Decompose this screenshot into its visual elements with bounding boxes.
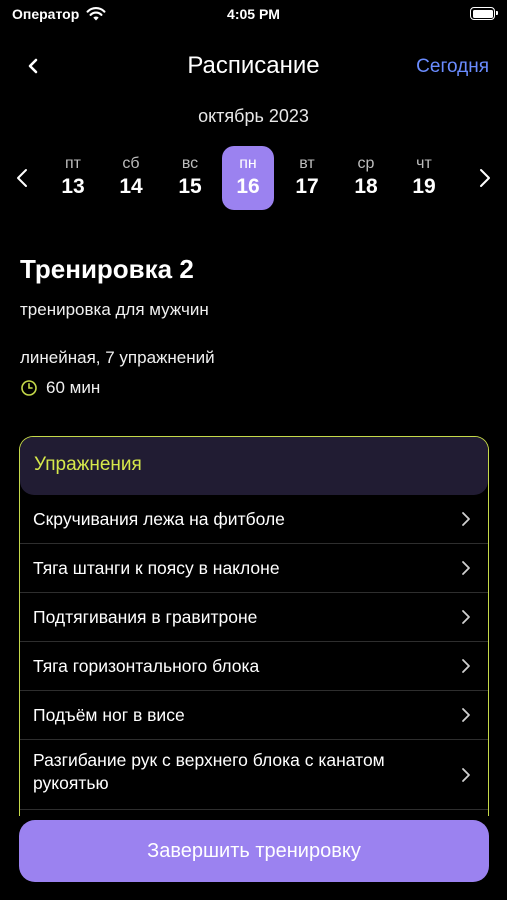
workout-title: Тренировка 2 — [20, 254, 194, 284]
exercise-row[interactable]: Разгибание рук с верхнего блока с канато… — [20, 740, 488, 810]
day-of-week: вт — [299, 155, 315, 172]
day-of-week: пн — [239, 155, 257, 172]
day-wed-18[interactable]: ср 18 — [340, 146, 392, 210]
chevron-right-icon — [462, 610, 470, 624]
exercise-name: Подъём ног в висе — [33, 705, 185, 725]
today-button[interactable]: Сегодня — [416, 56, 489, 78]
week-strip: пт 13 сб 14 вс 15 пн 16 вт 17 ср 18 чт 1… — [0, 146, 507, 210]
nav-bar: Расписание Сегодня — [0, 44, 507, 88]
exercises-header: Упражнения — [20, 437, 488, 495]
exercise-name: Скручивания лежа на фитболе — [33, 509, 285, 529]
day-number: 15 — [178, 175, 202, 198]
exercise-name: Тяга горизонтального блока — [33, 656, 260, 676]
day-of-week: вс — [181, 155, 199, 172]
day-sun-15[interactable]: вс 15 — [164, 146, 216, 210]
exercise-name: Разгибание рук с верхнего блока с канато… — [33, 750, 385, 793]
day-number: 18 — [354, 175, 378, 198]
status-bar: Оператор 4:05 PM — [0, 0, 507, 30]
exercise-row[interactable]: Скручивания лежа на фитболе — [20, 495, 488, 544]
workout-subtitle: тренировка для мужчин — [20, 300, 209, 319]
exercise-row[interactable]: Подъём ног в висе — [20, 691, 488, 740]
day-of-week: сб — [122, 155, 140, 172]
exercise-name: Подтягивания в гравитроне — [33, 607, 258, 627]
day-mon-16-selected[interactable]: пн 16 — [222, 146, 274, 210]
workout-meta: линейная, 7 упражнений — [20, 348, 215, 367]
chevron-right-icon — [462, 767, 470, 782]
exercises-heading: Упражнения — [34, 454, 142, 475]
month-label: октябрь 2023 — [198, 106, 309, 126]
chevron-right-icon — [462, 708, 470, 722]
day-number: 17 — [295, 175, 319, 198]
status-time: 4:05 PM — [227, 6, 280, 22]
exercise-name: Тяга штанги к поясу в наклоне — [33, 558, 280, 578]
chevron-right-icon — [462, 659, 470, 673]
day-number: 14 — [119, 175, 143, 198]
day-number: 16 — [236, 175, 260, 198]
exercises-card: Упражнения Скручивания лежа на фитболе Т… — [19, 436, 489, 816]
finish-workout-button[interactable]: Завершить тренировку — [19, 820, 489, 882]
battery-icon — [470, 7, 498, 20]
day-number: 13 — [61, 175, 85, 198]
exercise-row[interactable]: Тяга горизонтального блока — [20, 642, 488, 691]
prev-week-chevron-icon[interactable] — [8, 162, 36, 194]
next-week-chevron-icon[interactable] — [471, 162, 499, 194]
exercise-row[interactable]: Тяга штанги к поясу в наклоне — [20, 544, 488, 593]
day-of-week: ср — [357, 155, 375, 172]
day-sat-14[interactable]: сб 14 — [105, 146, 157, 210]
chevron-right-icon — [462, 561, 470, 575]
duration-label: 60 мин — [46, 378, 101, 397]
day-of-week: пт — [65, 155, 81, 172]
exercise-row[interactable]: Подтягивания в гравитроне — [20, 593, 488, 642]
day-fri-13[interactable]: пт 13 — [47, 146, 99, 210]
back-button[interactable] — [18, 50, 50, 82]
day-tue-17[interactable]: вт 17 — [281, 146, 333, 210]
timer-icon — [21, 380, 37, 396]
day-of-week: чт — [416, 155, 432, 172]
day-thu-19[interactable]: чт 19 — [398, 146, 450, 210]
chevron-right-icon — [462, 512, 470, 526]
day-number: 19 — [412, 175, 436, 198]
